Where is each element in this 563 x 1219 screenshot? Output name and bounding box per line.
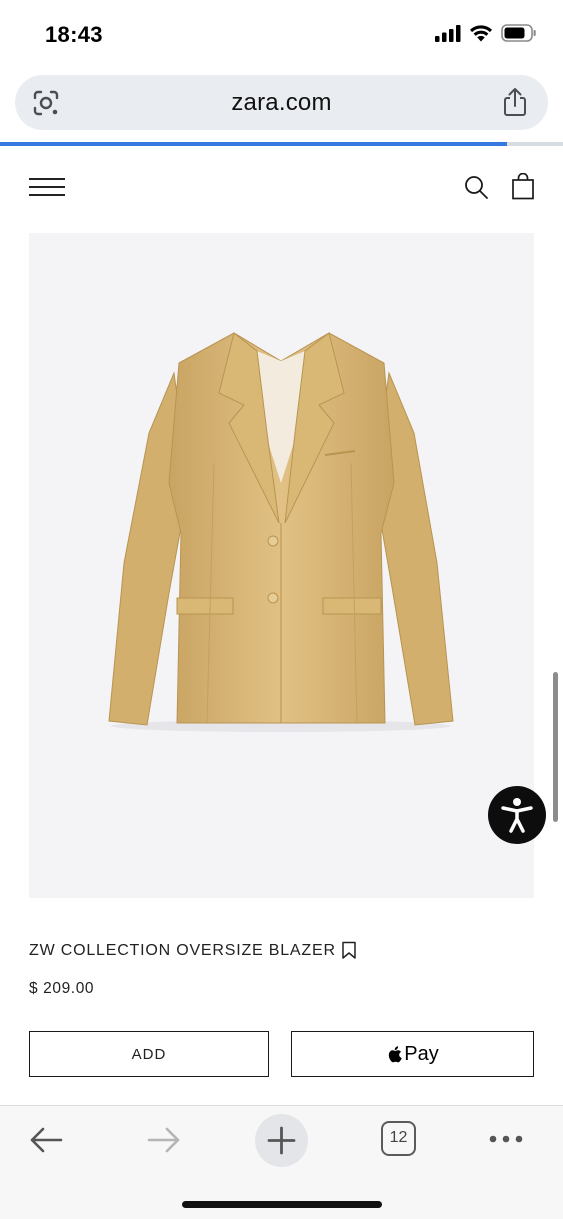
apple-pay-button[interactable]: Pay [291,1031,534,1077]
cellular-signal-icon [435,24,461,42]
blazer-illustration [108,332,454,732]
status-time: 18:43 [45,22,103,47]
product-price: $ 209.00 [29,980,95,997]
bookmark-icon[interactable] [341,941,357,960]
wifi-icon [470,25,492,42]
accessibility-button[interactable] [488,786,546,844]
menu-icon[interactable] [29,176,65,198]
back-arrow-icon[interactable] [28,1126,64,1154]
browser-toolbar: 12 [0,1105,563,1219]
battery-icon [501,24,536,42]
tabs-icon[interactable]: 12 [381,1121,416,1156]
accessibility-icon [501,798,533,833]
home-indicator[interactable] [182,1201,382,1208]
new-tab-plus-icon [267,1126,296,1155]
status-icons [435,24,537,42]
status-bar: 18:43 [0,0,563,70]
address-bar[interactable]: zara.com [15,75,548,130]
url-text[interactable]: zara.com [15,89,548,117]
shopping-bag-icon[interactable] [511,173,535,200]
page-load-progress-fill [0,142,507,146]
page-load-progress [0,142,563,146]
search-icon[interactable] [463,174,489,200]
add-to-bag-button[interactable]: ADD [29,1031,269,1077]
add-button-label: ADD [131,1045,167,1063]
product-image[interactable] [29,233,534,898]
pay-button-label: Pay [404,1042,439,1065]
more-dots-icon[interactable] [488,1132,524,1146]
new-tab-button[interactable] [255,1114,308,1167]
forward-arrow-icon[interactable] [146,1126,182,1154]
share-icon[interactable] [502,87,528,117]
apple-logo-icon [389,1045,402,1062]
product-name: ZW COLLECTION OVERSIZE BLAZER [29,942,336,959]
page-scrollbar[interactable] [553,672,558,822]
